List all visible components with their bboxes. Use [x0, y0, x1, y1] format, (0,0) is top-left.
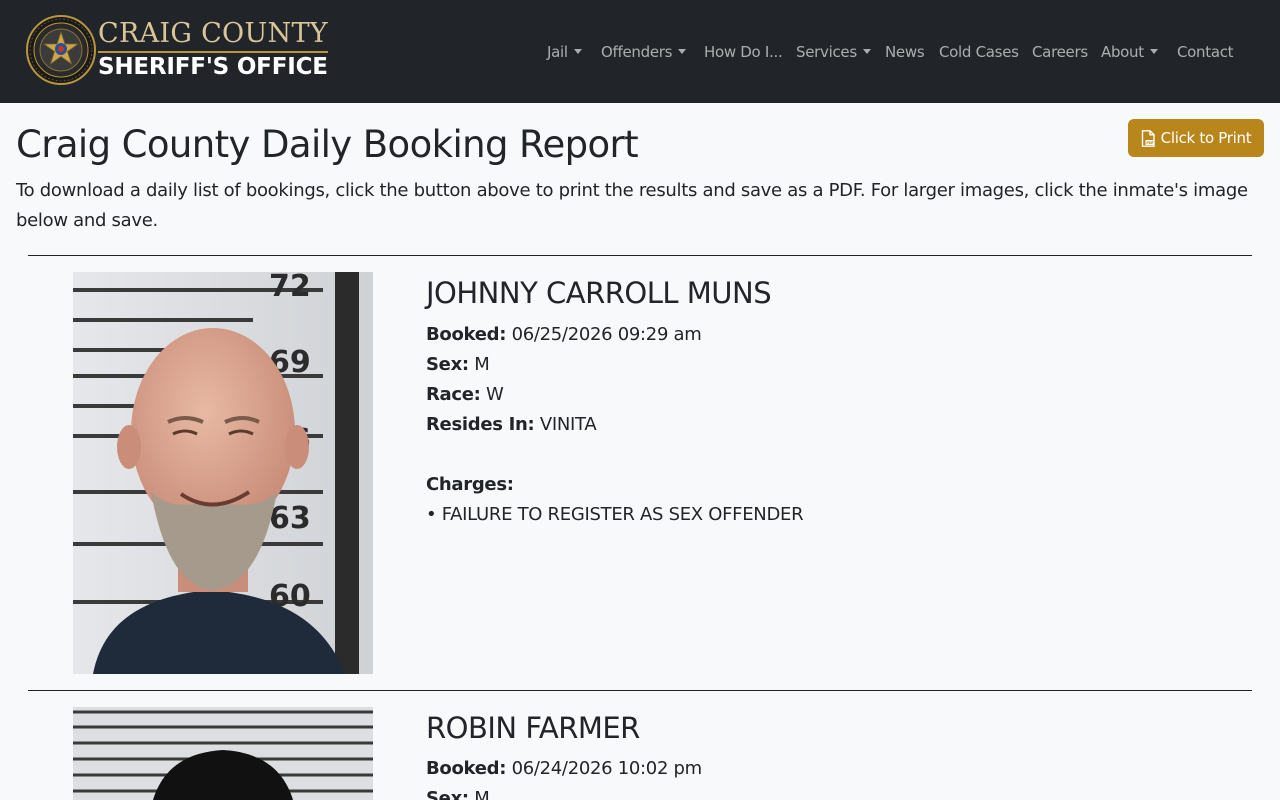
page-title: Craig County Daily Booking Report — [16, 123, 639, 166]
charges-heading-row: Charges: — [426, 470, 803, 500]
booked-label: Booked: — [426, 758, 507, 779]
mugshot-image: 72 69 66 63 60 — [73, 272, 373, 674]
charge-item: • FAILURE TO REGISTER AS SEX OFFENDER — [426, 504, 804, 525]
file-pdf-icon: PDF — [1141, 129, 1154, 147]
nav-label: News — [885, 43, 925, 61]
resides-value: VINITA — [539, 414, 597, 435]
sex-label: Sex: — [426, 788, 469, 800]
nav-item-how-do-i[interactable]: How Do I... — [704, 40, 783, 64]
sex-value: M — [474, 788, 490, 800]
caret-down-icon — [1149, 49, 1158, 54]
sex-row: Sex: M — [426, 784, 702, 800]
nav-item-jail[interactable]: Jail — [547, 40, 582, 64]
print-button-label: Click to Print — [1160, 129, 1252, 147]
inmate-mugshot[interactable] — [73, 707, 373, 800]
resides-row: Resides In: VINITA — [426, 410, 803, 440]
print-button[interactable]: PDF Click to Print — [1128, 119, 1264, 157]
booked-value: 06/25/2026 09:29 am — [511, 324, 702, 345]
booked-row: Booked: 06/24/2026 10:02 pm — [426, 754, 702, 784]
divider — [28, 690, 1252, 691]
nav-item-services[interactable]: Services — [796, 40, 871, 64]
booked-value: 06/24/2026 10:02 pm — [511, 758, 703, 779]
nav-item-offenders[interactable]: Offenders — [601, 40, 687, 64]
inmate-name: ROBIN FARMER — [426, 711, 640, 745]
nav-label: Cold Cases — [939, 43, 1019, 61]
sex-row: Sex: M — [426, 350, 803, 380]
divider — [28, 255, 1252, 256]
inmate-name: JOHNNY CARROLL MUNS — [426, 276, 772, 310]
intro-text: To download a daily list of bookings, cl… — [16, 180, 1248, 231]
nav-label: Contact — [1177, 43, 1234, 61]
booked-label: Booked: — [426, 324, 507, 345]
navbar: CRAIG COUNTY SHERIFF'S OFFICE Jail Offen… — [0, 0, 1280, 103]
race-label: Race: — [426, 384, 481, 405]
nav-label: Offenders — [601, 43, 673, 61]
caret-down-icon — [678, 49, 687, 54]
nav-label: Careers — [1032, 43, 1088, 61]
nav-item-about[interactable]: About — [1101, 40, 1158, 64]
resides-label: Resides In: — [426, 414, 535, 435]
nav-item-cold-cases[interactable]: Cold Cases — [939, 40, 1019, 64]
booked-row: Booked: 06/25/2026 09:29 am — [426, 320, 803, 350]
nav-label: About — [1101, 43, 1144, 61]
inmate-mugshot[interactable]: 72 69 66 63 60 — [73, 272, 373, 674]
nav-label: How Do I... — [704, 43, 783, 61]
svg-text:PDF: PDF — [1146, 141, 1154, 145]
caret-down-icon — [573, 49, 582, 54]
main-nav: Jail Offenders How Do I... Services News… — [0, 40, 1280, 64]
nav-label: Services — [796, 43, 857, 61]
sex-label: Sex: — [426, 354, 469, 375]
caret-down-icon — [862, 49, 871, 54]
nav-item-careers[interactable]: Careers — [1032, 40, 1088, 64]
inmate-details: Booked: 06/24/2026 10:02 pm Sex: M — [426, 754, 702, 800]
inmate-details: Booked: 06/25/2026 09:29 am Sex: M Race:… — [426, 320, 804, 530]
height-mark: 72 — [269, 272, 311, 304]
height-mark: 63 — [269, 501, 311, 536]
mugshot-image — [73, 707, 373, 800]
nav-label: Jail — [547, 43, 568, 61]
nav-item-contact[interactable]: Contact — [1177, 40, 1234, 64]
race-row: Race: W — [426, 380, 803, 410]
sex-value: M — [474, 354, 490, 375]
nav-item-news[interactable]: News — [885, 40, 925, 64]
charges-label: Charges: — [426, 474, 514, 495]
race-value: W — [486, 384, 504, 405]
